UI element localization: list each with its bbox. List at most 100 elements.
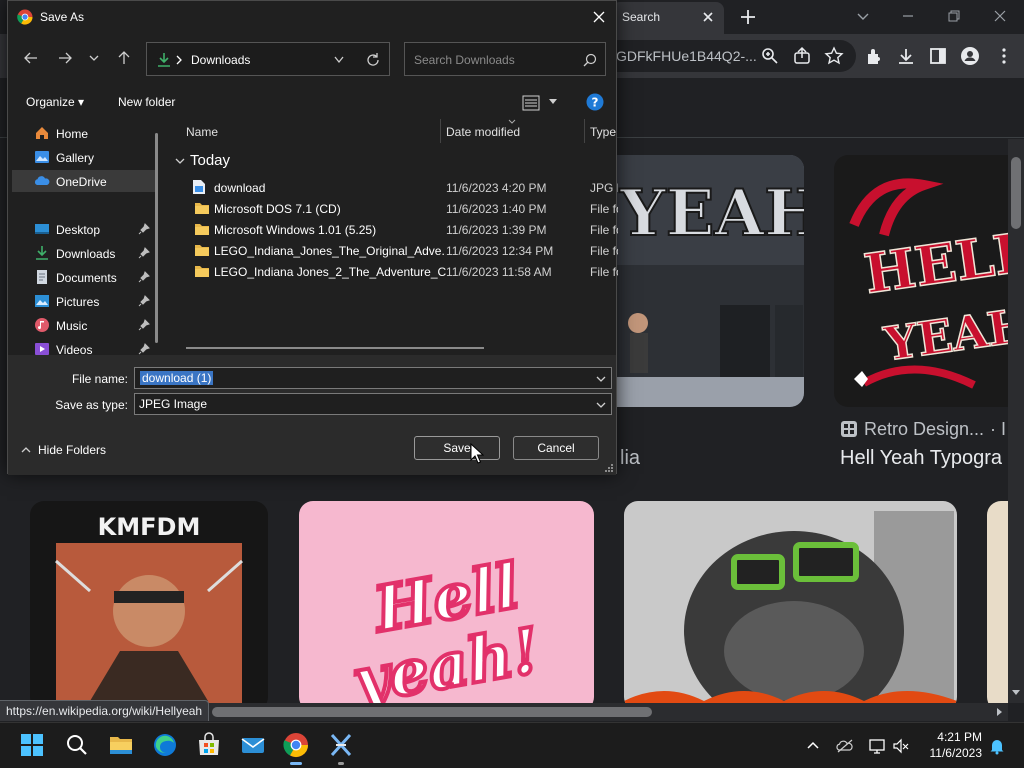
scroll-down-arrow-icon[interactable] [1011,687,1021,697]
microsoft-store-icon[interactable] [195,731,223,759]
taskbar-chrome[interactable] [282,731,310,765]
nav-item-onedrive[interactable]: OneDrive [12,170,158,192]
taskbar-app-x[interactable] [327,731,355,765]
group-collapse-chevron-icon[interactable] [174,155,186,167]
edge-browser-icon[interactable] [151,731,179,759]
file-row[interactable]: download 11/6/2023 4:20 PM JPG F [168,177,618,198]
file-row[interactable]: Microsoft Windows 1.01 (5.25) 11/6/2023 … [168,219,618,240]
back-arrow-icon[interactable] [22,49,40,67]
pin-icon [138,223,150,235]
save-button[interactable]: Save [414,436,500,460]
profile-icon[interactable] [960,46,980,66]
tab-search-chevron-icon[interactable] [855,8,871,24]
folder-icon [195,224,209,235]
view-dropdown-chevron-icon[interactable] [548,98,558,106]
file-name: LEGO_Indiana_Jones_The_Original_Adve... [214,244,446,258]
show-hidden-icons-chevron-icon[interactable] [804,737,822,755]
search-downloads-input[interactable]: Search Downloads [404,42,606,76]
dialog-title-bar[interactable]: Save As [8,1,616,33]
network-icon[interactable] [868,737,886,755]
vertical-scrollbar[interactable] [1008,139,1024,703]
save-as-type-select[interactable]: JPEG Image [134,393,612,415]
organize-menu[interactable]: Organize ▾ [26,95,84,109]
nav-item-home[interactable]: Home [12,122,158,144]
omnibox[interactable]: GDFkFHUe1B44Q2-... [600,40,856,72]
save-as-type-dropdown-icon[interactable] [595,399,607,411]
tab-search[interactable]: Search [612,2,724,34]
cancel-button[interactable]: Cancel [513,436,599,460]
menu-kebab-icon[interactable] [994,46,1014,66]
folder-icon [195,203,209,214]
column-separator[interactable] [584,119,585,143]
mail-icon[interactable] [239,731,267,759]
image-result-kmfdm[interactable]: KMFDM [30,501,268,703]
view-options-icon[interactable] [522,95,540,111]
new-tab-icon[interactable] [738,7,758,27]
file-name-dropdown-icon[interactable] [595,373,607,385]
file-row[interactable]: LEGO_Indiana Jones_2_The_Adventure_C... … [168,261,618,282]
new-folder-button[interactable]: New folder [118,95,175,109]
recent-locations-chevron-icon[interactable] [88,49,100,67]
nav-item-music[interactable]: Music [12,314,158,336]
share-icon[interactable] [792,46,812,66]
file-list-horizontal-scrollbar[interactable] [186,347,484,349]
search-icon[interactable] [583,53,597,67]
system-clock[interactable]: 4:21 PM 11/6/2023 [916,729,983,761]
image-result-partial[interactable] [987,501,1008,703]
image-result-hell-yeah-pink[interactable]: Hell yeah! [299,501,594,703]
side-panel-icon[interactable] [928,46,948,66]
bookmark-star-icon[interactable] [824,46,844,66]
scroll-right-arrow-icon[interactable] [994,707,1004,717]
windows-start-icon[interactable] [18,731,46,759]
file-name: Microsoft DOS 7.1 (CD) [214,202,341,216]
minimize-icon[interactable] [898,6,918,26]
card2-title[interactable]: Hell Yeah Typogra [840,447,1002,470]
nav-item-label: Downloads [56,247,116,261]
file-row[interactable]: Microsoft DOS 7.1 (CD) 11/6/2023 1:40 PM… [168,198,618,219]
up-arrow-icon[interactable] [115,49,133,67]
volume-muted-icon[interactable] [892,737,910,755]
extensions-icon[interactable] [864,46,884,66]
resize-grip-icon[interactable] [604,463,614,473]
file-name-field[interactable]: download (1) [134,367,612,389]
navigation-pane-scrollbar[interactable] [155,133,158,343]
nav-item-downloads[interactable]: Downloads [12,242,158,264]
column-header-date[interactable]: Date modified [446,125,520,139]
column-header-name[interactable]: Name [186,125,218,139]
save-as-dialog: Save As Downloads Search Downloads Organ… [7,0,618,475]
taskbar-search-icon[interactable] [63,731,91,759]
command-bar: Organize ▾ New folder ? [8,87,616,117]
image-result-chimp[interactable] [624,501,957,703]
address-bar[interactable]: Downloads [146,42,390,76]
videos-icon [35,343,49,355]
refresh-icon[interactable] [365,52,381,68]
group-label: Today [190,152,231,169]
forward-arrow-icon[interactable] [56,49,74,67]
file-row[interactable]: LEGO_Indiana_Jones_The_Original_Adve... … [168,240,618,261]
nav-item-documents[interactable]: Documents [12,266,158,288]
file-explorer-icon[interactable] [107,731,135,759]
nav-item-videos[interactable]: Videos [12,338,158,355]
vertical-scrollbar-thumb[interactable] [1011,157,1021,229]
dialog-close-icon[interactable] [590,8,608,26]
image-result-concert[interactable]: YEAH [600,155,804,407]
horizontal-scrollbar-thumb[interactable] [212,707,652,717]
nav-item-gallery[interactable]: Gallery [12,146,158,168]
close-tab-icon[interactable] [700,9,716,25]
window-close-icon[interactable] [990,6,1010,26]
nav-item-desktop[interactable]: Desktop [12,218,158,240]
folder-icon [195,245,209,256]
column-separator[interactable] [440,119,441,143]
zoom-icon[interactable] [760,46,780,66]
restore-icon[interactable] [944,6,964,26]
notifications-bell-icon[interactable] [988,737,1006,755]
help-icon[interactable]: ? [586,93,604,111]
address-dropdown-icon[interactable] [333,55,345,65]
clock-date: 11/6/2023 [929,746,983,760]
nav-item-pictures[interactable]: Pictures [12,290,158,312]
download-folder-icon [158,53,170,67]
downloads-icon[interactable] [896,46,916,66]
onedrive-tray-icon[interactable] [836,737,854,755]
column-header-type[interactable]: Type [590,125,616,139]
image-result-hell-yeah-typography[interactable]: HELL YEAH [834,155,1008,407]
